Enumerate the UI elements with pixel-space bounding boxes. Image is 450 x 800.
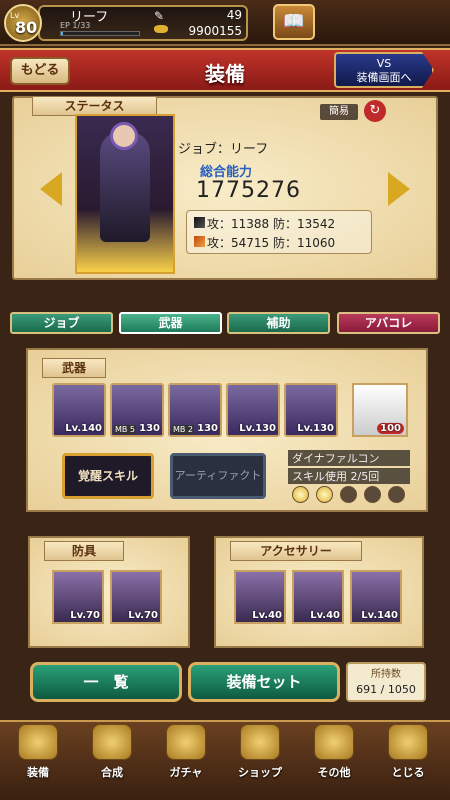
stat-row-1: 攻：11388 防：13542	[194, 215, 335, 232]
character-head	[110, 122, 138, 150]
weapon-slot-1-level: Lv.140	[65, 423, 102, 434]
power-value: 1775276	[196, 178, 301, 203]
nav-other[interactable]: その他	[300, 724, 368, 780]
tab-weapon[interactable]: 武器	[119, 312, 222, 334]
axe-icon	[194, 236, 205, 247]
weapon-slot-2-level: 130	[139, 423, 160, 434]
weapon-slot-3-mb: MB 2	[172, 425, 195, 434]
nav-shop-label: ショップ	[238, 766, 282, 779]
extra-weapon-level: 100	[377, 423, 404, 434]
accessory-slot-1-level: Lv.40	[252, 610, 282, 621]
level-badge: Lv 80	[4, 4, 42, 42]
weapon-slot-4[interactable]: Lv.130	[226, 383, 280, 437]
nav-synthesis-label: 合成	[101, 766, 123, 779]
tab-job[interactable]: ジョブ	[10, 312, 113, 334]
accessory-tab-label: アクセサリー	[230, 541, 362, 561]
coin-icon	[154, 25, 168, 33]
crystal-icon	[240, 724, 280, 760]
skill-charge-dot	[364, 486, 381, 503]
holdings-value: 691 / 1050	[356, 683, 416, 696]
tab-support[interactable]: 補助	[227, 312, 330, 334]
weapon-slot-4-level: Lv.130	[239, 423, 276, 434]
sword-shield-icon	[18, 724, 58, 760]
vs-equip-screen-button[interactable]: VS 装備画面へ	[334, 52, 434, 88]
equip-set-button[interactable]: 装備セット	[188, 662, 340, 702]
coin-count: 9900155	[188, 24, 242, 38]
ep-bar-fill	[61, 32, 64, 35]
armor-slot-2-level: Lv.70	[128, 610, 158, 621]
nav-close[interactable]: とじる	[374, 724, 442, 780]
nav-equip[interactable]: 装備	[4, 724, 72, 780]
book-button[interactable]: 📖	[273, 4, 315, 40]
skill-use-count: スキル使用 2/5回	[288, 468, 410, 484]
armor-slot-2[interactable]: Lv.70	[110, 570, 162, 624]
awakening-skill-button[interactable]: 覚醒スキル	[62, 453, 154, 499]
weapon-slot-2-mb: MB 5	[114, 425, 137, 434]
page-title: 装備	[205, 62, 245, 86]
extra-weapon-slot[interactable]: 100	[352, 383, 408, 437]
sword-icon	[194, 217, 205, 228]
feather-icon: ✎	[154, 9, 165, 23]
vs-sub-label: 装備画面へ	[356, 71, 412, 84]
nav-close-label: とじる	[391, 766, 425, 779]
accessory-slot-1[interactable]: Lv.40	[234, 570, 286, 624]
weapon-slot-3[interactable]: MB 2 130	[168, 383, 222, 437]
artifact-button[interactable]: アーティファクト	[170, 453, 266, 499]
close-icon	[388, 724, 428, 760]
skill-charge-dot	[316, 486, 333, 503]
nav-gacha[interactable]: ガチャ	[152, 724, 220, 780]
stat-row-1-text: 攻：11388 防：13542	[207, 217, 336, 231]
holdings-label: 所持数	[371, 669, 401, 680]
next-arrow-icon[interactable]	[388, 172, 410, 206]
prev-arrow-icon[interactable]	[40, 172, 62, 206]
refresh-icon[interactable]: ↻	[364, 100, 386, 122]
nav-equip-label: 装備	[27, 766, 49, 779]
stat-row-2-text: 攻：54715 防：11060	[207, 236, 336, 250]
armor-tab-label: 防具	[44, 541, 124, 561]
tab-avatar-collection[interactable]: アバコレ	[337, 312, 440, 334]
weapon-slot-5[interactable]: Lv.130	[284, 383, 338, 437]
accessory-slot-3[interactable]: Lv.140	[350, 570, 402, 624]
ep-bar	[60, 31, 140, 36]
weapon-slot-3-level: 130	[197, 423, 218, 434]
weapon-slot-1[interactable]: Lv.140	[52, 383, 106, 437]
nav-shop[interactable]: ショップ	[226, 724, 294, 780]
armor-slot-1[interactable]: Lv.70	[52, 570, 104, 624]
level-value: 80	[15, 18, 38, 37]
nav-synthesis[interactable]: 合成	[78, 724, 146, 780]
weapon-slot-5-level: Lv.130	[297, 423, 334, 434]
book-icon: 📖	[282, 11, 306, 32]
skill-charge-dot	[340, 486, 357, 503]
armor-slot-1-level: Lv.70	[70, 610, 100, 621]
stat-row-2: 攻：54715 防：11060	[194, 234, 335, 251]
skill-charge-dot	[292, 486, 309, 503]
skill-charge-dot	[388, 486, 405, 503]
gear-icon	[314, 724, 354, 760]
skill-name: ダイナファルコン	[288, 450, 410, 466]
list-button[interactable]: 一 覧	[30, 662, 182, 702]
weapon-slot-2[interactable]: MB 5 130	[110, 383, 164, 437]
accessory-slot-3-level: Lv.140	[361, 610, 398, 621]
nav-gacha-label: ガチャ	[169, 766, 203, 779]
accessory-slot-2[interactable]: Lv.40	[292, 570, 344, 624]
simple-view-button[interactable]: 簡易	[320, 104, 358, 120]
vs-label: VS	[376, 57, 392, 70]
ep-text: EP 1/33	[60, 21, 91, 30]
accessory-slot-2-level: Lv.40	[310, 610, 340, 621]
weapon-tab-label: 武器	[42, 358, 106, 378]
job-text: ジョブ：リーフ	[178, 142, 269, 157]
ticket-icon	[166, 724, 206, 760]
feather-count: 49	[226, 8, 242, 22]
status-tab-label: ステータス	[32, 96, 157, 116]
hammer-icon	[92, 724, 132, 760]
nav-other-label: その他	[317, 766, 351, 779]
back-button[interactable]: もどる	[10, 57, 70, 85]
